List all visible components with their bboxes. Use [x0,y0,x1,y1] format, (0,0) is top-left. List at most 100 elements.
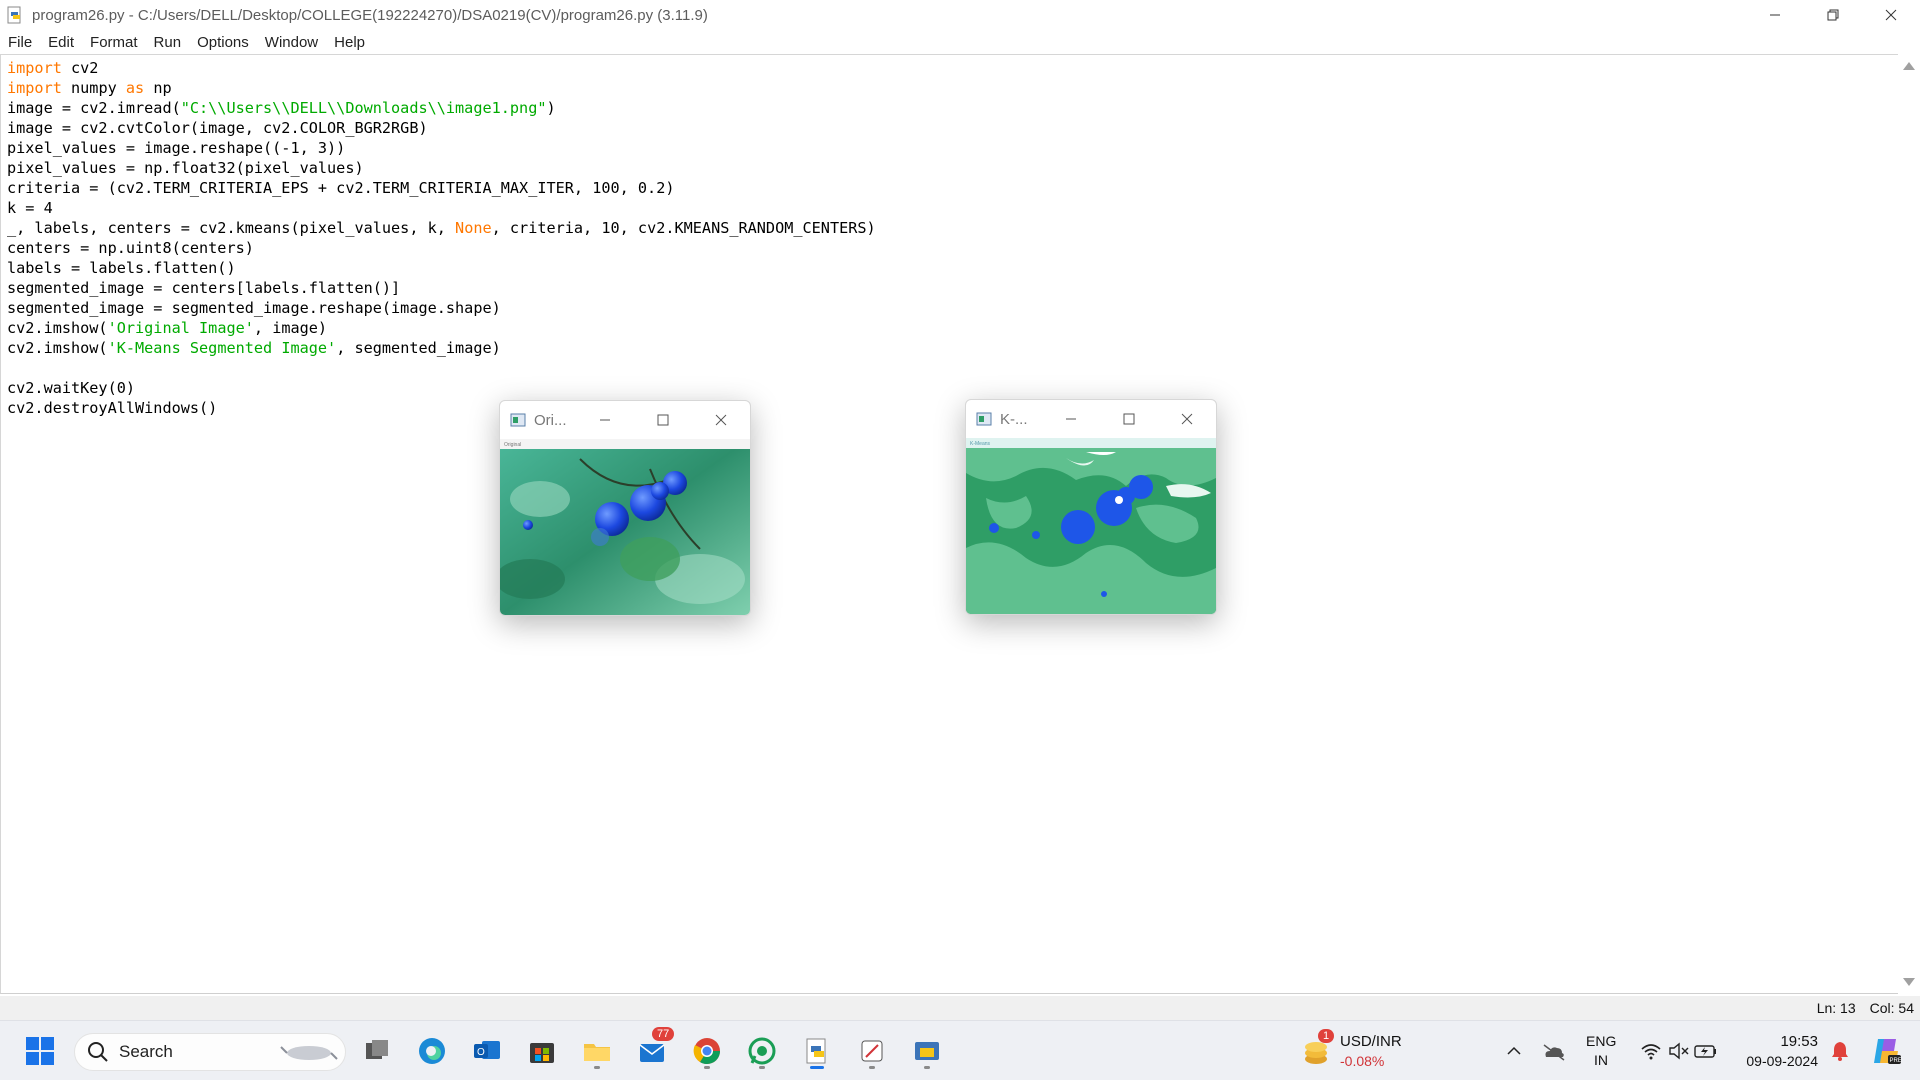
code-line[interactable]: segmented_image = segmented_image.reshap… [7,298,876,318]
mail-app-icon[interactable]: 77 [632,1027,675,1071]
maximize-button[interactable] [634,401,692,439]
minimize-button[interactable] [576,401,634,439]
code-token: criteria = (cv2.TERM_CRITERIA_EPS + cv2.… [7,179,675,197]
code-line[interactable]: pixel_values = np.float32(pixel_values) [7,158,876,178]
code-token: segmented_image = centers[labels.flatten… [7,279,401,297]
code-token: cv2.destroyAllWindows() [7,399,218,417]
snipping-tool-icon[interactable] [852,1031,892,1071]
vertical-scrollbar[interactable] [1898,54,1920,994]
search-label: Search [119,1042,173,1061]
code-line[interactable]: image = cv2.cvtColor(image, cv2.COLOR_BG… [7,118,876,138]
opencv-window-icon [976,411,992,427]
close-button[interactable] [1158,400,1216,438]
onedrive-icon[interactable] [1538,1021,1574,1081]
code-token: segmented_image = segmented_image.reshap… [7,299,501,317]
code-line[interactable]: centers = np.uint8(centers) [7,238,876,258]
menu-file[interactable]: File [0,34,40,51]
language-line2: IN [1594,1052,1608,1068]
code-token: cv2.imshow( [7,339,108,357]
volume-muted-icon [1669,1042,1689,1060]
widget-title: USD/INR [1340,1033,1402,1050]
clock[interactable]: 19:53 09-09-2024 [1728,1021,1818,1081]
code-line[interactable]: k = 4 [7,198,876,218]
clock-date: 09-09-2024 [1746,1053,1818,1069]
code-token: pixel_values = image.reshape((-1, 3)) [7,139,346,157]
cv-window-titlebar[interactable]: K-... [966,400,1216,438]
widget-value: -0.08% [1340,1053,1385,1069]
cv-window-titlebar[interactable]: Ori... [500,401,750,439]
kmeans-window-title: K-... [1000,410,1028,428]
taskbar-search[interactable]: Search [74,1033,346,1071]
code-keyword: import [7,79,62,97]
notifications-button[interactable] [1824,1021,1854,1081]
edge-icon[interactable] [412,1031,452,1071]
code-line[interactable]: _, labels, centers = cv2.kmeans(pixel_va… [7,218,876,238]
whatsapp-icon[interactable] [742,1031,782,1071]
chrome-icon[interactable] [687,1031,727,1071]
taskbar: Search O 77 1 USD/INR -0.08% ENG IN 19:5… [0,1020,1920,1080]
python-idle-icon[interactable] [907,1031,947,1071]
code-line[interactable]: cv2.waitKey(0) [7,378,876,398]
mail-badge: 77 [652,1027,675,1041]
battery-charging-icon [1694,1045,1716,1058]
code-token: labels = labels.flatten() [7,259,236,277]
close-button[interactable] [1862,0,1920,30]
code-line[interactable]: cv2.imshow('Original Image', image) [7,318,876,338]
code-token: ) [546,99,556,117]
code-token: centers = np.uint8(centers) [7,239,254,257]
code-line[interactable]: labels = labels.flatten() [7,258,876,278]
file-explorer-icon[interactable] [577,1031,617,1071]
original-window-title: Ori... [534,411,567,429]
line-number: Ln: 13 [1816,1000,1856,1016]
outlook-icon[interactable]: O [467,1031,507,1071]
restore-button[interactable] [1804,0,1862,30]
menu-run[interactable]: Run [146,34,190,51]
market-widget[interactable]: 1 USD/INR -0.08% [1300,1021,1410,1081]
code-token: _, labels, centers = cv2.kmeans(pixel_va… [7,219,456,237]
menu-format[interactable]: Format [82,34,146,51]
scroll-up-icon[interactable] [1903,62,1915,70]
minimize-button[interactable] [1746,0,1804,30]
code-text[interactable]: import cv2 import numpy as np image = cv2.… [7,58,876,418]
menu-edit[interactable]: Edit [40,34,82,51]
task-view-icon[interactable] [357,1031,397,1071]
search-icon [88,1042,108,1062]
code-line[interactable] [7,358,876,378]
code-line[interactable]: import numpy as np [7,78,876,98]
show-hidden-icons-button[interactable] [1500,1021,1540,1081]
code-editor[interactable]: import cv2 import numpy as np image = cv2.… [0,54,1898,994]
quick-settings-button[interactable] [1636,1021,1720,1081]
code-token: cv2.waitKey(0) [7,379,136,397]
code-keyword: None [455,219,492,237]
scroll-down-icon[interactable] [1903,978,1915,986]
original-image-window[interactable]: Ori... Original [499,400,751,616]
code-string: 'K-Means Segmented Image' [107,339,337,357]
code-line[interactable]: cv2.imshow('K-Means Segmented Image', se… [7,338,876,358]
code-token: cv2 [61,59,99,77]
status-bar: Ln: 13 Col: 54 [0,996,1920,1020]
minimize-button[interactable] [1042,400,1100,438]
kmeans-image-window[interactable]: K-... K-Means [965,399,1217,615]
language-indicator[interactable]: ENG IN [1582,1021,1622,1081]
python-file-taskbar-icon[interactable] [797,1031,837,1071]
menu-help[interactable]: Help [326,34,373,51]
code-token: , segmented_image) [336,339,501,357]
maximize-button[interactable] [1100,400,1158,438]
start-button[interactable] [20,1031,60,1071]
code-line[interactable]: import cv2 [7,58,876,78]
close-button[interactable] [692,401,750,439]
python-file-icon [6,6,24,24]
code-string: 'Original Image' [107,319,254,337]
inner-caption: K-Means [970,441,991,447]
chevron-up-icon [1507,1046,1521,1055]
code-line[interactable]: pixel_values = image.reshape((-1, 3)) [7,138,876,158]
menu-options[interactable]: Options [189,34,257,51]
code-line[interactable]: segmented_image = centers[labels.flatten… [7,278,876,298]
code-line[interactable]: image = cv2.imread("C:\\Users\\DELL\\Dow… [7,98,876,118]
search-highlight-icon [280,1046,338,1060]
code-line[interactable]: criteria = (cv2.TERM_CRITERIA_EPS + cv2.… [7,178,876,198]
menu-window[interactable]: Window [257,34,326,51]
code-token: cv2.imshow( [7,319,108,337]
microsoft-store-icon[interactable] [522,1031,562,1071]
copilot-button[interactable]: PRE [1864,1021,1908,1081]
